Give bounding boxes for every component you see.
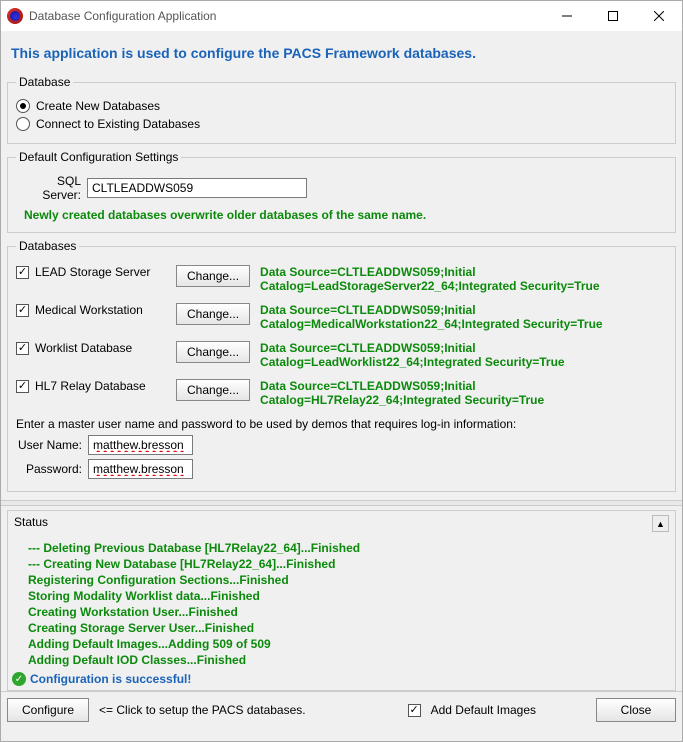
default-config-legend: Default Configuration Settings bbox=[16, 150, 181, 164]
configure-button[interactable]: Configure bbox=[7, 698, 89, 722]
checkbox-add-default-images[interactable] bbox=[408, 704, 421, 717]
db-name-worklist: Worklist Database bbox=[35, 341, 132, 355]
radio-create-new[interactable] bbox=[16, 99, 30, 113]
password-label: Password: bbox=[16, 462, 82, 476]
status-line: Creating Workstation User...Finished bbox=[28, 604, 669, 620]
db-row-medical-workstation: Medical Workstation Change... Data Sourc… bbox=[16, 303, 667, 331]
status-line: --- Creating New Database [HL7Relay22_64… bbox=[28, 556, 669, 572]
connstr-lead-storage: Data Source=CLTLEADDWS059;Initial Catalo… bbox=[260, 265, 667, 293]
close-button[interactable]: Close bbox=[596, 698, 676, 722]
scroll-up-button[interactable]: ▲ bbox=[652, 515, 669, 532]
splitter[interactable] bbox=[1, 500, 682, 506]
title-bar: Database Configuration Application bbox=[1, 1, 682, 31]
status-line: Storing Modality Worklist data...Finishe… bbox=[28, 588, 669, 604]
username-label: User Name: bbox=[16, 438, 82, 452]
username-input[interactable] bbox=[88, 435, 193, 455]
minimize-button[interactable] bbox=[544, 1, 590, 31]
databases-legend: Databases bbox=[16, 239, 79, 253]
sql-server-label: SQL Server: bbox=[16, 174, 81, 202]
db-name-lead-storage: LEAD Storage Server bbox=[35, 265, 150, 279]
db-row-hl7-relay: HL7 Relay Database Change... Data Source… bbox=[16, 379, 667, 407]
db-name-medical-workstation: Medical Workstation bbox=[35, 303, 143, 317]
change-button-hl7-relay[interactable]: Change... bbox=[176, 379, 250, 401]
radio-create-label: Create New Databases bbox=[36, 99, 160, 113]
databases-group: Databases LEAD Storage Server Change... … bbox=[7, 239, 676, 492]
db-name-hl7-relay: HL7 Relay Database bbox=[35, 379, 146, 393]
checkbox-lead-storage[interactable] bbox=[16, 266, 29, 279]
status-line: Creating Storage Server User...Finished bbox=[28, 620, 669, 636]
checkbox-hl7-relay[interactable] bbox=[16, 380, 29, 393]
status-legend: Status bbox=[14, 515, 48, 532]
add-default-images-label: Add Default Images bbox=[431, 703, 536, 717]
success-message: Configuration is successful! bbox=[30, 672, 191, 686]
maximize-button[interactable] bbox=[590, 1, 636, 31]
db-row-lead-storage: LEAD Storage Server Change... Data Sourc… bbox=[16, 265, 667, 293]
credentials-prompt: Enter a master user name and password to… bbox=[16, 417, 667, 431]
change-button-lead-storage[interactable]: Change... bbox=[176, 265, 250, 287]
status-line: Adding Default IOD Classes...Finished bbox=[28, 652, 669, 668]
connstr-medical-workstation: Data Source=CLTLEADDWS059;Initial Catalo… bbox=[260, 303, 667, 331]
success-icon: ✓ bbox=[12, 672, 26, 686]
app-icon bbox=[7, 8, 23, 24]
radio-connect-label: Connect to Existing Databases bbox=[36, 117, 200, 131]
change-button-medical-workstation[interactable]: Change... bbox=[176, 303, 250, 325]
status-line: Registering Configuration Sections...Fin… bbox=[28, 572, 669, 588]
db-row-worklist: Worklist Database Change... Data Source=… bbox=[16, 341, 667, 369]
status-line: --- Deleting Previous Database [HL7Relay… bbox=[28, 540, 669, 556]
default-config-group: Default Configuration Settings SQL Serve… bbox=[7, 150, 676, 233]
status-line: Adding Default Images...Adding 509 of 50… bbox=[28, 636, 669, 652]
change-button-worklist[interactable]: Change... bbox=[176, 341, 250, 363]
checkbox-medical-workstation[interactable] bbox=[16, 304, 29, 317]
window-title: Database Configuration Application bbox=[29, 9, 544, 23]
database-mode-legend: Database bbox=[16, 75, 73, 89]
database-mode-group: Database Create New Databases Connect to… bbox=[7, 75, 676, 144]
overwrite-warning: Newly created databases overwrite older … bbox=[24, 208, 667, 222]
checkbox-worklist[interactable] bbox=[16, 342, 29, 355]
status-group: Status ▲ --- Deleting Previous Database … bbox=[7, 510, 676, 691]
banner-text: This application is used to configure th… bbox=[1, 31, 682, 73]
sql-server-input[interactable] bbox=[87, 178, 307, 198]
connstr-hl7-relay: Data Source=CLTLEADDWS059;Initial Catalo… bbox=[260, 379, 667, 407]
close-window-button[interactable] bbox=[636, 1, 682, 31]
connstr-worklist: Data Source=CLTLEADDWS059;Initial Catalo… bbox=[260, 341, 667, 369]
password-input[interactable] bbox=[88, 459, 193, 479]
radio-connect-existing[interactable] bbox=[16, 117, 30, 131]
status-log: --- Deleting Previous Database [HL7Relay… bbox=[8, 536, 675, 670]
bottom-bar: Configure <= Click to setup the PACS dat… bbox=[1, 691, 682, 728]
configure-hint: <= Click to setup the PACS databases. bbox=[99, 703, 306, 717]
